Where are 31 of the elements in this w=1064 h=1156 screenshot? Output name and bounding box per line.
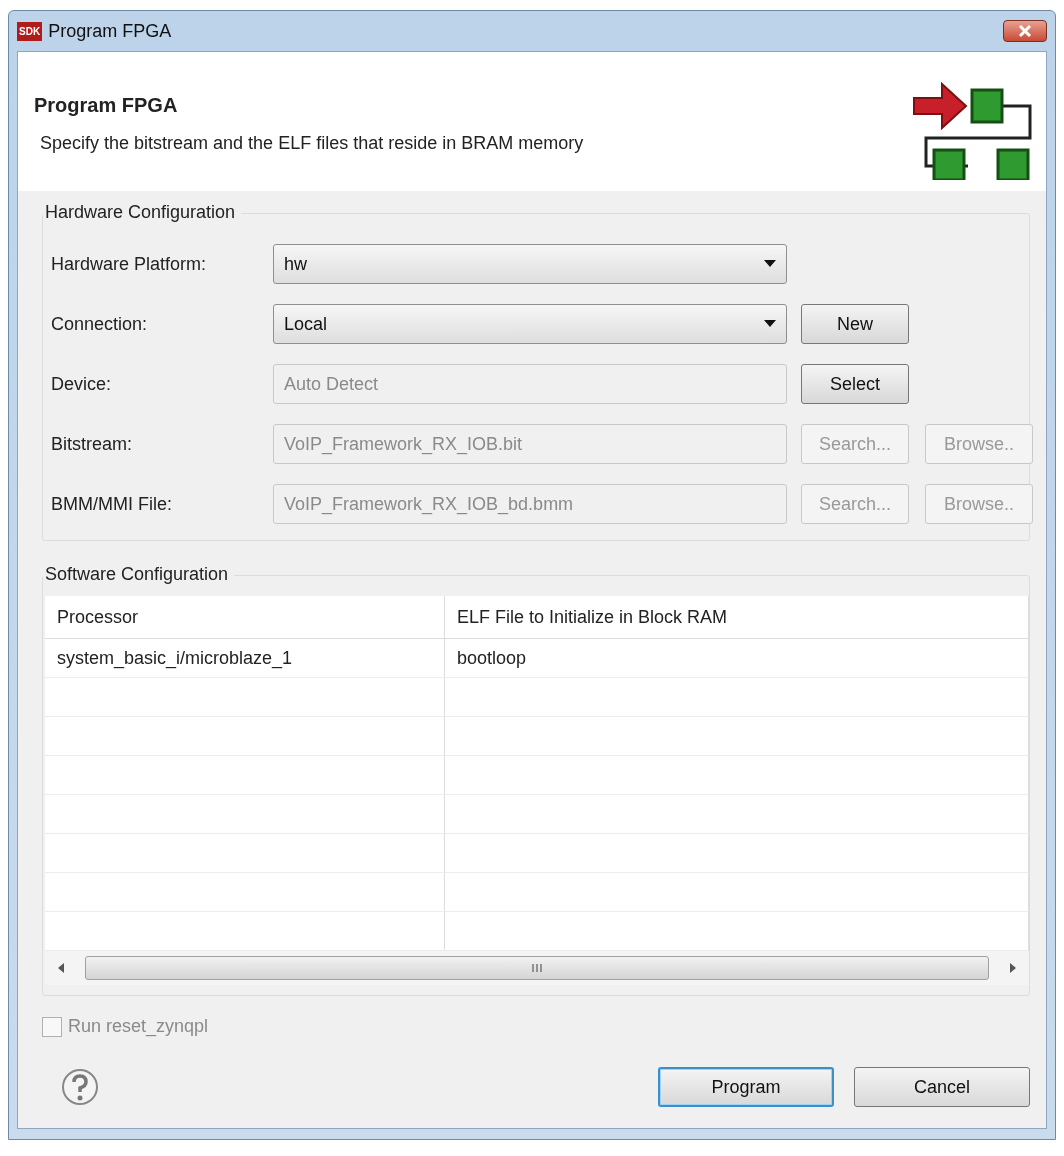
horizontal-scrollbar[interactable] [45, 951, 1029, 985]
caret-icon [764, 260, 776, 268]
close-icon [1016, 24, 1034, 38]
field-label: Device: [51, 373, 113, 395]
column-header[interactable]: ELF File to Initialize in Block RAM [445, 596, 1029, 638]
page-title: Program FPGA [34, 94, 179, 117]
close-button[interactable] [1003, 20, 1047, 42]
table-cell: system_basic_i/microblaze_1 [45, 639, 445, 677]
group-title: Hardware Configuration [43, 202, 242, 223]
dropdown-field[interactable]: hw [273, 244, 787, 284]
app-icon: SDK [17, 21, 43, 41]
scroll-right-icon[interactable] [1009, 963, 1017, 973]
dialog-button[interactable]: Program [658, 1067, 834, 1107]
column-header[interactable]: Processor [45, 596, 445, 638]
field-label: BMM/MMI File: [51, 493, 173, 515]
dropdown-field[interactable]: Local [273, 304, 787, 344]
grip-icon [531, 963, 543, 973]
table-cell: bootloop [445, 639, 1029, 677]
dialog-button[interactable]: Cancel [854, 1067, 1030, 1107]
caret-icon [764, 320, 776, 328]
action-button[interactable]: New [801, 304, 909, 344]
field-label: Bitstream: [51, 433, 134, 455]
field-label: Hardware Platform: [51, 253, 208, 275]
group-title: Software Configuration [43, 564, 235, 585]
checkbox-label: Run reset_zynqpl [68, 1016, 209, 1037]
page-description: Specify the bitstream and the ELF files that reside in BRAM memory [40, 133, 585, 154]
scroll-left-icon[interactable] [57, 963, 65, 973]
field-label: Connection: [51, 313, 149, 335]
help-icon[interactable] [60, 1067, 100, 1107]
scrollbar-thumb[interactable] [85, 956, 989, 980]
window-title: Program FPGA [48, 20, 173, 42]
